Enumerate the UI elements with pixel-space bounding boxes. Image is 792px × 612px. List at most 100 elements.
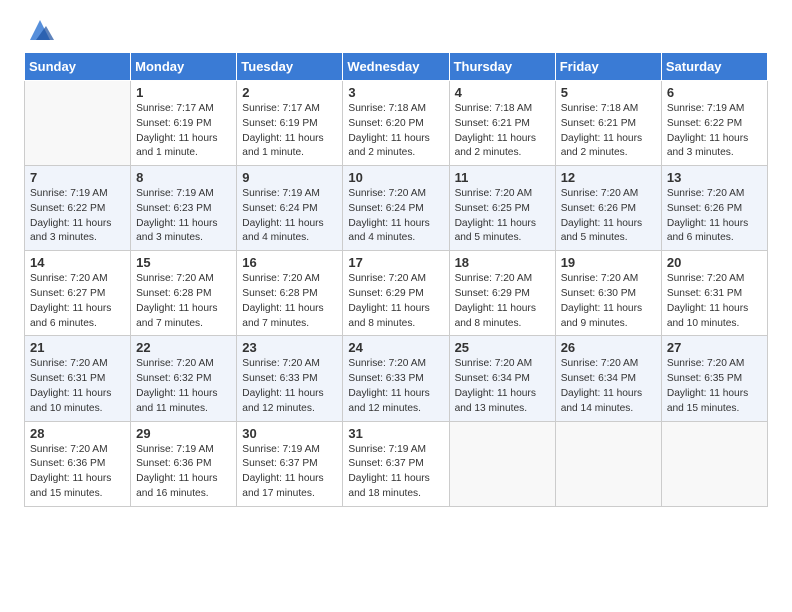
cell-content: Sunrise: 7:19 AM Sunset: 6:22 PM Dayligh… bbox=[30, 187, 125, 246]
day-number: 22 bbox=[136, 340, 231, 355]
calendar-cell: 26 Sunrise: 7:20 AM Sunset: 6:34 PM Dayli… bbox=[555, 336, 661, 421]
calendar-cell: 19 Sunrise: 7:20 AM Sunset: 6:30 PM Dayli… bbox=[555, 251, 661, 336]
weekday-header-row: SundayMondayTuesdayWednesdayThursdayFrid… bbox=[25, 53, 768, 81]
day-number: 15 bbox=[136, 255, 231, 270]
cell-content: Sunrise: 7:20 AM Sunset: 6:31 PM Dayligh… bbox=[667, 272, 762, 331]
day-number: 1 bbox=[136, 85, 231, 100]
day-number: 31 bbox=[348, 426, 443, 441]
weekday-header-monday: Monday bbox=[131, 53, 237, 81]
logo bbox=[24, 20, 54, 44]
calendar-cell: 7 Sunrise: 7:19 AM Sunset: 6:22 PM Daylig… bbox=[25, 166, 131, 251]
calendar-cell bbox=[449, 421, 555, 506]
day-number: 28 bbox=[30, 426, 125, 441]
day-number: 13 bbox=[667, 170, 762, 185]
cell-content: Sunrise: 7:20 AM Sunset: 6:31 PM Dayligh… bbox=[30, 357, 125, 416]
calendar-week-row: 1 Sunrise: 7:17 AM Sunset: 6:19 PM Daylig… bbox=[25, 81, 768, 166]
day-number: 4 bbox=[455, 85, 550, 100]
calendar-cell: 16 Sunrise: 7:20 AM Sunset: 6:28 PM Dayli… bbox=[237, 251, 343, 336]
calendar-week-row: 14 Sunrise: 7:20 AM Sunset: 6:27 PM Dayli… bbox=[25, 251, 768, 336]
weekday-header-tuesday: Tuesday bbox=[237, 53, 343, 81]
cell-content: Sunrise: 7:19 AM Sunset: 6:37 PM Dayligh… bbox=[348, 443, 443, 502]
header bbox=[24, 20, 768, 44]
day-number: 16 bbox=[242, 255, 337, 270]
day-number: 26 bbox=[561, 340, 656, 355]
day-number: 30 bbox=[242, 426, 337, 441]
day-number: 6 bbox=[667, 85, 762, 100]
cell-content: Sunrise: 7:20 AM Sunset: 6:26 PM Dayligh… bbox=[561, 187, 656, 246]
calendar-cell: 11 Sunrise: 7:20 AM Sunset: 6:25 PM Dayli… bbox=[449, 166, 555, 251]
calendar-cell: 17 Sunrise: 7:20 AM Sunset: 6:29 PM Dayli… bbox=[343, 251, 449, 336]
calendar-cell: 23Sunrise: 7:20 AM Sunset: 6:33 PM Dayli… bbox=[237, 336, 343, 421]
cell-content: Sunrise: 7:18 AM Sunset: 6:20 PM Dayligh… bbox=[348, 102, 443, 161]
cell-content: Sunrise: 7:17 AM Sunset: 6:19 PM Dayligh… bbox=[136, 102, 231, 161]
cell-content: Sunrise: 7:18 AM Sunset: 6:21 PM Dayligh… bbox=[561, 102, 656, 161]
calendar-cell: 12Sunrise: 7:20 AM Sunset: 6:26 PM Dayli… bbox=[555, 166, 661, 251]
calendar-cell: 1 Sunrise: 7:17 AM Sunset: 6:19 PM Daylig… bbox=[131, 81, 237, 166]
cell-content: Sunrise: 7:19 AM Sunset: 6:36 PM Dayligh… bbox=[136, 443, 231, 502]
cell-content: Sunrise: 7:19 AM Sunset: 6:37 PM Dayligh… bbox=[242, 443, 337, 502]
cell-content: Sunrise: 7:20 AM Sunset: 6:30 PM Dayligh… bbox=[561, 272, 656, 331]
day-number: 20 bbox=[667, 255, 762, 270]
calendar-cell: 21 Sunrise: 7:20 AM Sunset: 6:31 PM Dayli… bbox=[25, 336, 131, 421]
calendar-week-row: 7 Sunrise: 7:19 AM Sunset: 6:22 PM Daylig… bbox=[25, 166, 768, 251]
day-number: 8 bbox=[136, 170, 231, 185]
cell-content: Sunrise: 7:20 AM Sunset: 6:25 PM Dayligh… bbox=[455, 187, 550, 246]
cell-content: Sunrise: 7:20 AM Sunset: 6:29 PM Dayligh… bbox=[348, 272, 443, 331]
weekday-header-thursday: Thursday bbox=[449, 53, 555, 81]
calendar-cell bbox=[555, 421, 661, 506]
day-number: 5 bbox=[561, 85, 656, 100]
day-number: 7 bbox=[30, 170, 125, 185]
cell-content: Sunrise: 7:20 AM Sunset: 6:34 PM Dayligh… bbox=[561, 357, 656, 416]
cell-content: Sunrise: 7:20 AM Sunset: 6:27 PM Dayligh… bbox=[30, 272, 125, 331]
calendar-week-row: 28 Sunrise: 7:20 AM Sunset: 6:36 PM Dayli… bbox=[25, 421, 768, 506]
calendar-cell: 8 Sunrise: 7:19 AM Sunset: 6:23 PM Daylig… bbox=[131, 166, 237, 251]
calendar-cell: 10 Sunrise: 7:20 AM Sunset: 6:24 PM Dayli… bbox=[343, 166, 449, 251]
calendar-table: SundayMondayTuesdayWednesdayThursdayFrid… bbox=[24, 52, 768, 507]
calendar-cell: 29 Sunrise: 7:19 AM Sunset: 6:36 PM Dayli… bbox=[131, 421, 237, 506]
calendar-cell: 27 Sunrise: 7:20 AM Sunset: 6:35 PM Dayli… bbox=[661, 336, 767, 421]
logo-icon bbox=[26, 16, 54, 44]
calendar-week-row: 21 Sunrise: 7:20 AM Sunset: 6:31 PM Dayli… bbox=[25, 336, 768, 421]
day-number: 3 bbox=[348, 85, 443, 100]
calendar-cell bbox=[661, 421, 767, 506]
calendar-cell: 6 Sunrise: 7:19 AM Sunset: 6:22 PM Daylig… bbox=[661, 81, 767, 166]
cell-content: Sunrise: 7:20 AM Sunset: 6:29 PM Dayligh… bbox=[455, 272, 550, 331]
day-number: 25 bbox=[455, 340, 550, 355]
calendar-cell: 9Sunrise: 7:19 AM Sunset: 6:24 PM Daylig… bbox=[237, 166, 343, 251]
day-number: 2 bbox=[242, 85, 337, 100]
calendar-cell: 13Sunrise: 7:20 AM Sunset: 6:26 PM Dayli… bbox=[661, 166, 767, 251]
day-number: 9 bbox=[242, 170, 337, 185]
day-number: 19 bbox=[561, 255, 656, 270]
calendar-cell: 28 Sunrise: 7:20 AM Sunset: 6:36 PM Dayli… bbox=[25, 421, 131, 506]
calendar-cell: 24Sunrise: 7:20 AM Sunset: 6:33 PM Dayli… bbox=[343, 336, 449, 421]
day-number: 21 bbox=[30, 340, 125, 355]
weekday-header-wednesday: Wednesday bbox=[343, 53, 449, 81]
cell-content: Sunrise: 7:20 AM Sunset: 6:36 PM Dayligh… bbox=[30, 443, 125, 502]
day-number: 10 bbox=[348, 170, 443, 185]
calendar-cell: 14 Sunrise: 7:20 AM Sunset: 6:27 PM Dayli… bbox=[25, 251, 131, 336]
weekday-header-friday: Friday bbox=[555, 53, 661, 81]
calendar-cell: 20 Sunrise: 7:20 AM Sunset: 6:31 PM Dayli… bbox=[661, 251, 767, 336]
cell-content: Sunrise: 7:20 AM Sunset: 6:24 PM Dayligh… bbox=[348, 187, 443, 246]
cell-content: Sunrise: 7:20 AM Sunset: 6:33 PM Dayligh… bbox=[242, 357, 337, 416]
day-number: 29 bbox=[136, 426, 231, 441]
calendar-cell: 2Sunrise: 7:17 AM Sunset: 6:19 PM Daylig… bbox=[237, 81, 343, 166]
calendar-cell: 15 Sunrise: 7:20 AM Sunset: 6:28 PM Dayli… bbox=[131, 251, 237, 336]
calendar-cell: 25 Sunrise: 7:20 AM Sunset: 6:34 PM Dayli… bbox=[449, 336, 555, 421]
day-number: 14 bbox=[30, 255, 125, 270]
cell-content: Sunrise: 7:20 AM Sunset: 6:33 PM Dayligh… bbox=[348, 357, 443, 416]
weekday-header-sunday: Sunday bbox=[25, 53, 131, 81]
calendar-cell: 3 Sunrise: 7:18 AM Sunset: 6:20 PM Daylig… bbox=[343, 81, 449, 166]
cell-content: Sunrise: 7:20 AM Sunset: 6:34 PM Dayligh… bbox=[455, 357, 550, 416]
calendar-cell: 18Sunrise: 7:20 AM Sunset: 6:29 PM Dayli… bbox=[449, 251, 555, 336]
cell-content: Sunrise: 7:19 AM Sunset: 6:22 PM Dayligh… bbox=[667, 102, 762, 161]
day-number: 27 bbox=[667, 340, 762, 355]
cell-content: Sunrise: 7:20 AM Sunset: 6:35 PM Dayligh… bbox=[667, 357, 762, 416]
day-number: 11 bbox=[455, 170, 550, 185]
day-number: 17 bbox=[348, 255, 443, 270]
cell-content: Sunrise: 7:20 AM Sunset: 6:28 PM Dayligh… bbox=[136, 272, 231, 331]
cell-content: Sunrise: 7:20 AM Sunset: 6:28 PM Dayligh… bbox=[242, 272, 337, 331]
calendar-cell: 4Sunrise: 7:18 AM Sunset: 6:21 PM Daylig… bbox=[449, 81, 555, 166]
cell-content: Sunrise: 7:19 AM Sunset: 6:23 PM Dayligh… bbox=[136, 187, 231, 246]
calendar-cell: 22Sunrise: 7:20 AM Sunset: 6:32 PM Dayli… bbox=[131, 336, 237, 421]
